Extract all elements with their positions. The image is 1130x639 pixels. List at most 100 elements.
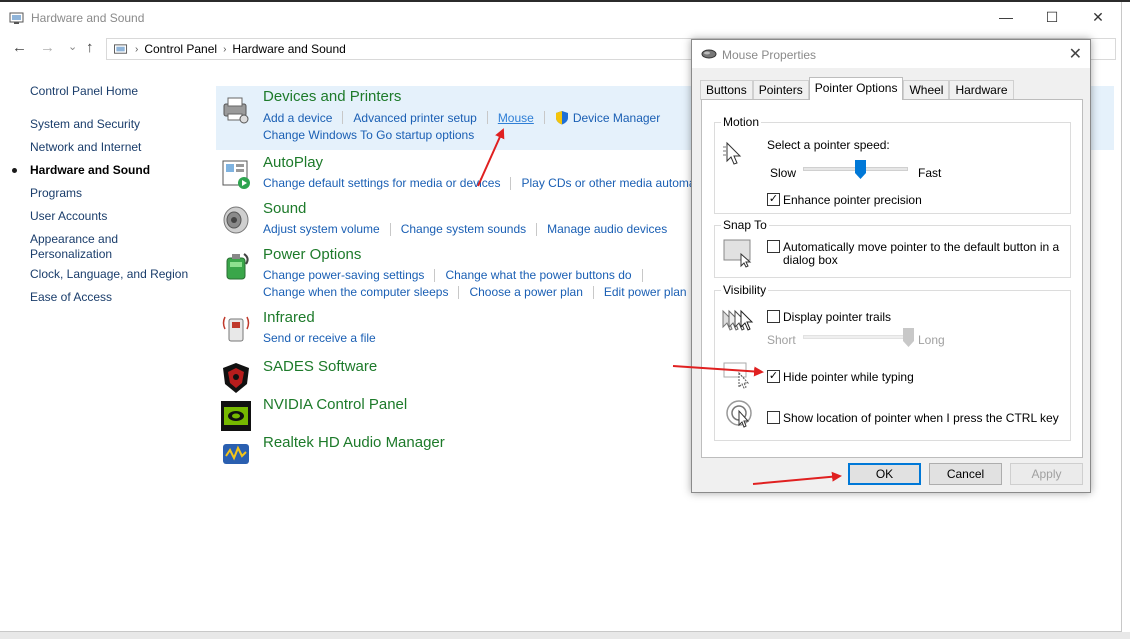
change-computer-sleeps-link[interactable]: Change when the computer sleeps	[263, 285, 448, 299]
fast-label: Fast	[918, 166, 942, 180]
recent-locations-chevron-icon[interactable]: ⌄	[68, 39, 77, 55]
choose-power-plan-link[interactable]: Choose a power plan	[469, 285, 582, 299]
up-arrow-icon[interactable]: ↑	[86, 40, 94, 56]
show-pointer-ctrl-checkbox[interactable]	[767, 411, 780, 424]
breadcrumb-separator-icon: ›	[135, 43, 139, 55]
close-button[interactable]: ✕	[1075, 2, 1121, 32]
link-divider	[458, 285, 460, 299]
power-links-row: Change power-saving settings Change what…	[263, 268, 653, 282]
power-options-link[interactable]: Power Options	[263, 246, 361, 263]
adjust-system-volume-link[interactable]: Adjust system volume	[263, 222, 380, 236]
pointer-speed-icon	[723, 141, 742, 165]
sidebar-item-appearance[interactable]: Appearance and	[30, 232, 118, 247]
tab-wheel[interactable]: Wheel	[903, 80, 950, 100]
back-arrow-icon[interactable]: ←	[12, 40, 27, 56]
devices-and-printers-link[interactable]: Devices and Printers	[263, 88, 401, 105]
tab-pointer-options[interactable]: Pointer Options	[808, 77, 904, 100]
snap-to-button-icon	[723, 239, 752, 268]
autoplay-link[interactable]: AutoPlay	[263, 154, 323, 171]
uac-shield-icon	[555, 111, 568, 125]
link-divider	[592, 285, 594, 299]
snap-to-label-line-1: Automatically move pointer to the defaul…	[783, 240, 1060, 254]
sidebar-item-hardware-and-sound[interactable]: Hardware and Sound	[30, 163, 150, 178]
link-divider	[389, 222, 391, 236]
short-label: Short	[767, 333, 796, 347]
dialog-title-bar: Mouse Properties ✕	[692, 40, 1090, 68]
breadcrumb: › Control Panel › Hardware and Sound	[113, 42, 346, 56]
nvidia-control-panel-link[interactable]: NVIDIA Control Panel	[263, 396, 407, 413]
enhance-precision-checkbox[interactable]: ✓	[767, 193, 780, 206]
realtek-hd-audio-link[interactable]: Realtek HD Audio Manager	[263, 434, 445, 451]
breadcrumb-hardware-and-sound[interactable]: Hardware and Sound	[232, 42, 345, 56]
hide-pointer-typing-checkbox[interactable]: ✓	[767, 370, 780, 383]
visibility-group-label: Visibility	[721, 283, 769, 297]
sidebar-item-user-accounts[interactable]: User Accounts	[30, 209, 107, 224]
snap-to-label-line-2: dialog box	[783, 253, 838, 267]
breadcrumb-control-panel[interactable]: Control Panel	[144, 42, 217, 56]
send-or-receive-file-link[interactable]: Send or receive a file	[263, 331, 376, 345]
breadcrumb-separator-icon: ›	[223, 43, 227, 55]
slow-label: Slow	[770, 166, 797, 180]
snap-to-checkbox[interactable]	[767, 240, 780, 253]
add-a-device-link[interactable]: Add a device	[263, 111, 332, 125]
sidebar-item-programs[interactable]: Programs	[30, 186, 82, 201]
ok-button[interactable]: OK	[848, 463, 921, 485]
windows-to-go-link[interactable]: Change Windows To Go startup options	[263, 128, 474, 142]
power-links-row-2: Change when the computer sleeps Choose a…	[263, 285, 687, 299]
manage-audio-devices-link[interactable]: Manage audio devices	[547, 222, 667, 236]
sidebar-item-network-and-internet[interactable]: Network and Internet	[30, 140, 141, 155]
nvidia-icon	[221, 401, 251, 431]
sound-link[interactable]: Sound	[263, 200, 306, 217]
pointer-speed-label: Select a pointer speed:	[767, 138, 890, 152]
change-power-buttons-link[interactable]: Change what the power buttons do	[445, 268, 631, 282]
ctrl-locate-pointer-icon	[726, 400, 752, 428]
pointer-trails-slider-thumb[interactable]	[902, 328, 914, 347]
device-manager-link[interactable]: Device Manager	[573, 111, 660, 125]
change-power-saving-settings-link[interactable]: Change power-saving settings	[263, 268, 424, 282]
cancel-button[interactable]: Cancel	[929, 463, 1002, 485]
devices-links-row: Add a device Advanced printer setup Mous…	[263, 110, 660, 125]
pointer-trails-checkbox[interactable]	[767, 310, 780, 323]
mouse-link[interactable]: Mouse	[498, 111, 534, 125]
link-divider	[434, 268, 436, 282]
play-cds-automatically-link[interactable]: Play CDs or other media automa	[521, 176, 695, 190]
pointer-speed-slider-thumb[interactable]	[855, 160, 867, 179]
change-default-media-settings-link[interactable]: Change default settings for media or dev…	[263, 176, 500, 190]
minimize-button[interactable]: —	[983, 2, 1029, 32]
background-bottom	[0, 632, 1130, 639]
realtek-audio-icon	[223, 444, 249, 464]
infrared-icon	[222, 316, 250, 342]
sidebar-item-ease-of-access[interactable]: Ease of Access	[30, 290, 112, 305]
dialog-tabs: Buttons Pointers Pointer Options Wheel H…	[700, 77, 1014, 100]
sades-software-link[interactable]: SADES Software	[263, 358, 377, 375]
sades-logo-icon	[223, 363, 249, 393]
apply-button[interactable]: Apply	[1010, 463, 1083, 485]
infrared-link[interactable]: Infrared	[263, 309, 315, 326]
sidebar-item-clock-language-region[interactable]: Clock, Language, and Region	[30, 267, 188, 282]
snap-to-group: Snap To Automatically move pointer to th…	[714, 218, 1071, 278]
link-divider	[486, 111, 488, 124]
change-system-sounds-link[interactable]: Change system sounds	[401, 222, 526, 236]
maximize-button[interactable]: ☐	[1029, 2, 1075, 32]
devices-links-row-2: Change Windows To Go startup options	[263, 128, 474, 142]
control-panel-icon	[114, 43, 128, 54]
sidebar-item-system-and-security[interactable]: System and Security	[30, 117, 140, 132]
long-label: Long	[918, 333, 945, 347]
tab-buttons[interactable]: Buttons	[700, 80, 753, 100]
forward-arrow-icon[interactable]: →	[40, 40, 55, 56]
edit-power-plan-link[interactable]: Edit power plan	[604, 285, 687, 299]
tab-pointers[interactable]: Pointers	[752, 80, 809, 100]
advanced-printer-setup-link[interactable]: Advanced printer setup	[353, 111, 476, 125]
tab-hardware[interactable]: Hardware	[949, 80, 1014, 100]
show-pointer-ctrl-label: Show location of pointer when I press th…	[783, 411, 1059, 425]
pointer-trails-slider[interactable]	[803, 335, 908, 339]
sidebar-item-personalization[interactable]: Personalization	[30, 247, 112, 262]
sound-links-row: Adjust system volume Change system sound…	[263, 222, 667, 236]
sidebar-item-control-panel-home[interactable]: Control Panel Home	[30, 84, 138, 99]
link-divider	[342, 111, 344, 124]
dialog-close-icon[interactable]: ✕	[1069, 44, 1082, 64]
link-divider	[510, 176, 512, 190]
autoplay-icon	[222, 160, 250, 189]
link-divider	[536, 222, 538, 236]
control-panel-icon	[9, 12, 24, 24]
